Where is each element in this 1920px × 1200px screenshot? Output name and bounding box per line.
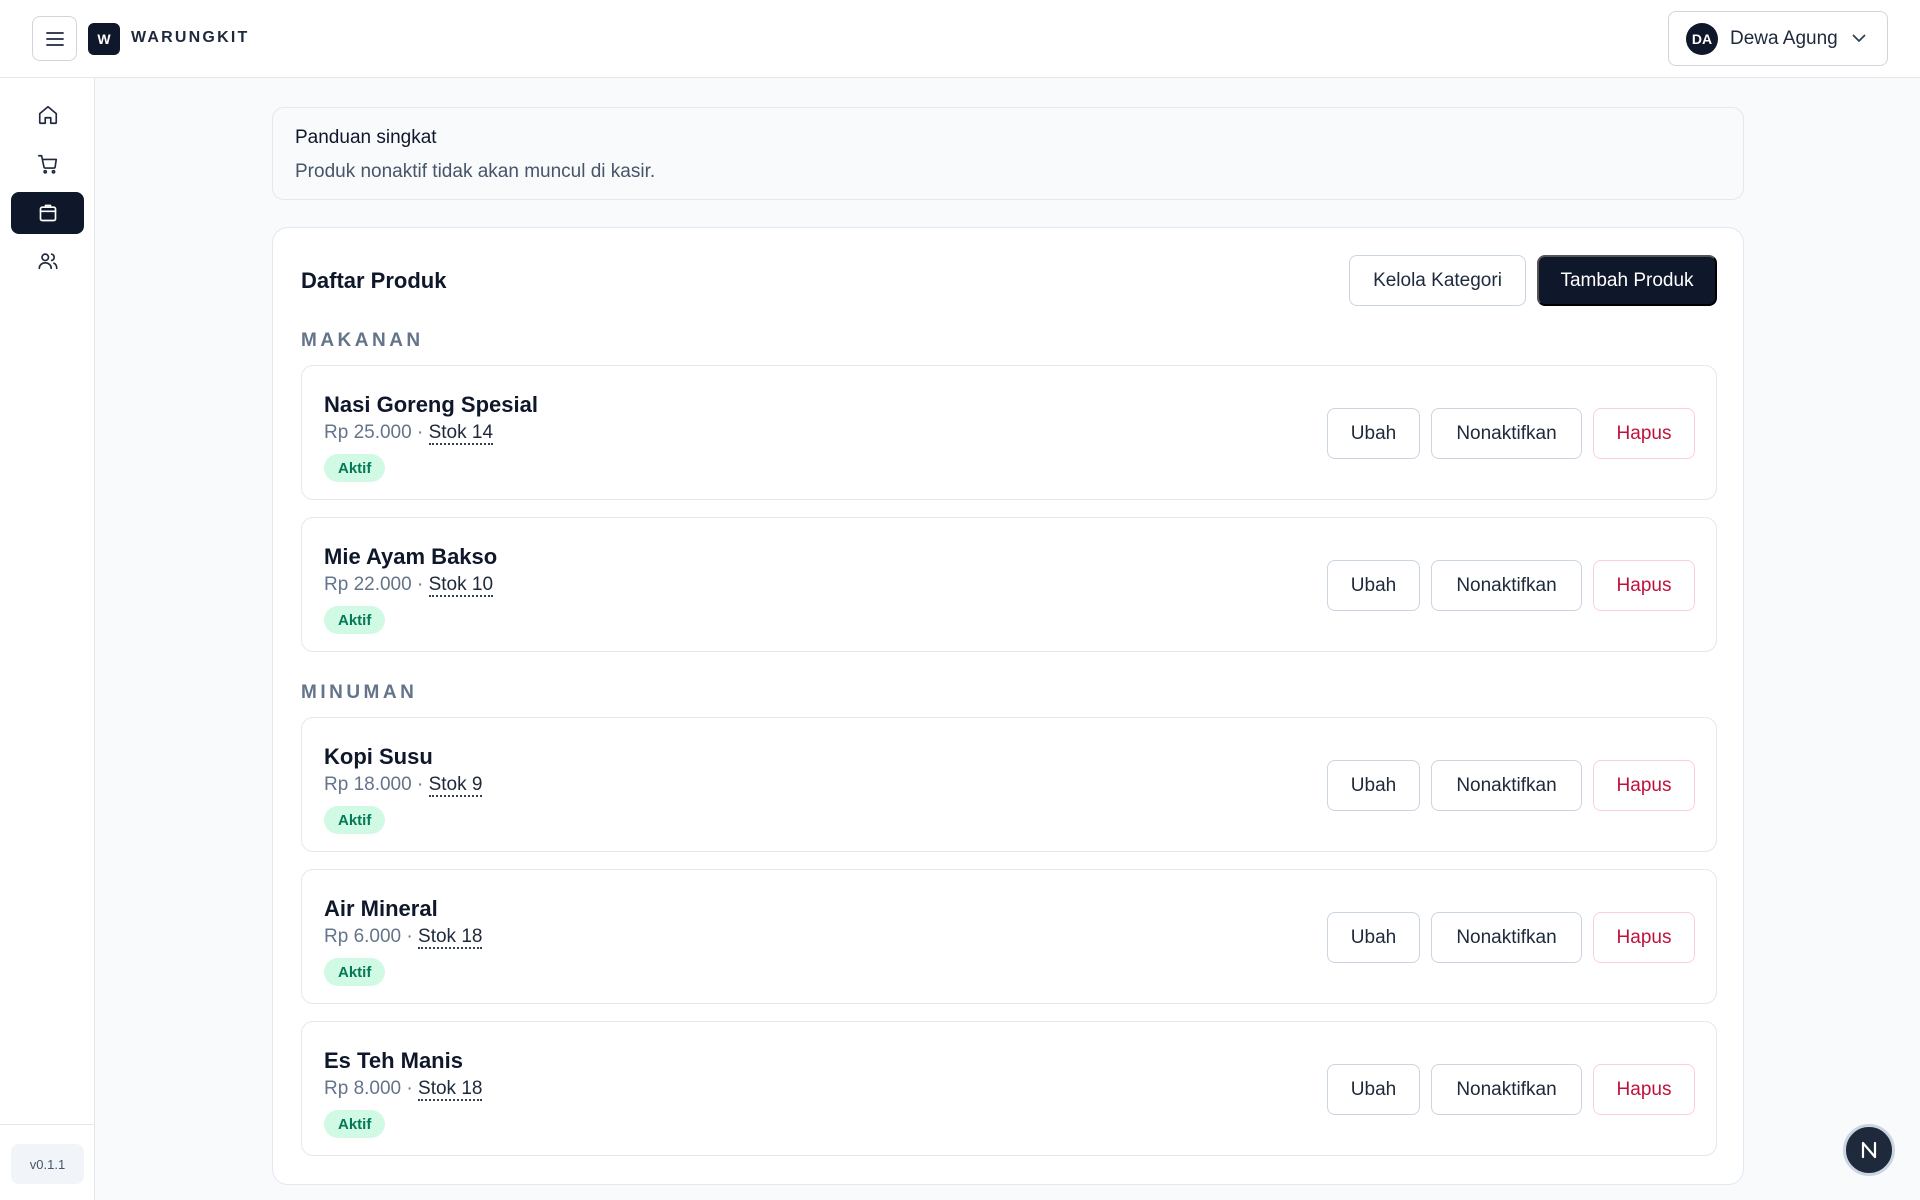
product-stock[interactable]: Stok 14 [428, 422, 494, 445]
user-name: Dewa Agung [1730, 27, 1838, 49]
sidebar-divider [0, 1124, 94, 1125]
product-meta: Rp 25.000 · Stok 14 [324, 422, 494, 445]
logo[interactable]: W [88, 23, 120, 55]
deactivate-button[interactable]: Nonaktifkan [1431, 408, 1582, 459]
dev-tools-button[interactable] [1843, 1124, 1895, 1176]
status-badge: Aktif [324, 606, 386, 634]
edit-button[interactable]: Ubah [1327, 408, 1420, 459]
sidebar: v0.1.1 [0, 78, 95, 1200]
edit-button[interactable]: Ubah [1327, 560, 1420, 611]
delete-button[interactable]: Hapus [1593, 912, 1695, 963]
status-badge: Aktif [324, 454, 386, 482]
deactivate-button[interactable]: Nonaktifkan [1431, 912, 1582, 963]
sidebar-item-users[interactable] [11, 240, 84, 282]
product-item: Mie Ayam Bakso Rp 22.000 · Stok 10 Aktif… [301, 517, 1717, 652]
product-name: Nasi Goreng Spesial [324, 392, 538, 417]
product-stock[interactable]: Stok 10 [428, 574, 494, 597]
product-name: Air Mineral [324, 896, 438, 921]
product-item: Air Mineral Rp 6.000 · Stok 18 Aktif Uba… [301, 869, 1717, 1004]
meta-separator: · [401, 926, 419, 947]
status-badge: Aktif [324, 958, 386, 986]
product-meta: Rp 18.000 · Stok 9 [324, 774, 483, 797]
product-price: Rp 6.000 [324, 926, 402, 947]
delete-button[interactable]: Hapus [1593, 1064, 1695, 1115]
avatar: DA [1686, 22, 1718, 55]
product-item: Nasi Goreng Spesial Rp 25.000 · Stok 14 … [301, 365, 1717, 500]
delete-button[interactable]: Hapus [1593, 408, 1695, 459]
guide-text: Produk nonaktif tidak akan muncul di kas… [295, 161, 656, 182]
guide-title: Panduan singkat [295, 127, 437, 148]
guide-card: Panduan singkat Produk nonaktif tidak ak… [272, 107, 1744, 200]
deactivate-button[interactable]: Nonaktifkan [1431, 760, 1582, 811]
n-logo-icon [1861, 1141, 1877, 1159]
version-badge: v0.1.1 [11, 1144, 84, 1184]
product-stock[interactable]: Stok 18 [418, 1078, 483, 1101]
manage-categories-button[interactable]: Kelola Kategori [1349, 255, 1526, 306]
users-icon [37, 253, 58, 270]
sidebar-item-cashier[interactable] [11, 143, 84, 185]
status-badge: Aktif [324, 1110, 386, 1138]
product-item: Es Teh Manis Rp 8.000 · Stok 18 Aktif Ub… [301, 1021, 1717, 1156]
product-name: Mie Ayam Bakso [324, 544, 498, 569]
page-title: Daftar Produk [301, 268, 447, 293]
edit-button[interactable]: Ubah [1327, 1064, 1420, 1115]
product-price: Rp 8.000 [324, 1078, 402, 1099]
meta-separator: · [411, 774, 429, 795]
menu-button[interactable] [32, 16, 77, 61]
deactivate-button[interactable]: Nonaktifkan [1431, 560, 1582, 611]
home-icon [38, 105, 57, 125]
product-item: Kopi Susu Rp 18.000 · Stok 9 Aktif Ubah … [301, 717, 1717, 852]
hamburger-icon [45, 31, 64, 46]
product-list-card: Daftar Produk Kelola Kategori Tambah Pro… [272, 227, 1744, 1185]
user-menu-button[interactable]: DA Dewa Agung [1668, 11, 1888, 66]
box-icon [39, 204, 56, 222]
delete-button[interactable]: Hapus [1593, 760, 1695, 811]
product-name: Es Teh Manis [324, 1048, 463, 1073]
chevron-down-icon [1852, 34, 1866, 43]
product-price: Rp 25.000 [324, 422, 412, 443]
meta-separator: · [401, 1078, 419, 1099]
meta-separator: · [411, 574, 429, 595]
product-name: Kopi Susu [324, 744, 433, 769]
meta-separator: · [411, 422, 429, 443]
product-meta: Rp 8.000 · Stok 18 [324, 1078, 483, 1101]
brand-name[interactable]: WARUNGKIT [131, 29, 249, 47]
section-label-minuman: MINUMAN [301, 682, 418, 703]
cart-icon [37, 154, 57, 174]
edit-button[interactable]: Ubah [1327, 912, 1420, 963]
product-meta: Rp 22.000 · Stok 10 [324, 574, 494, 597]
section-label-makanan: MAKANAN [301, 330, 424, 351]
status-badge: Aktif [324, 806, 386, 834]
product-stock[interactable]: Stok 9 [428, 774, 483, 797]
delete-button[interactable]: Hapus [1593, 560, 1695, 611]
add-product-button[interactable]: Tambah Produk [1537, 255, 1717, 306]
product-meta: Rp 6.000 · Stok 18 [324, 926, 483, 949]
product-stock[interactable]: Stok 18 [418, 926, 483, 949]
edit-button[interactable]: Ubah [1327, 760, 1420, 811]
top-bar: W WARUNGKIT DA Dewa Agung [0, 0, 1920, 78]
deactivate-button[interactable]: Nonaktifkan [1431, 1064, 1582, 1115]
sidebar-item-home[interactable] [11, 94, 84, 136]
product-price: Rp 18.000 [324, 774, 412, 795]
sidebar-item-products[interactable] [11, 192, 84, 234]
product-price: Rp 22.000 [324, 574, 412, 595]
